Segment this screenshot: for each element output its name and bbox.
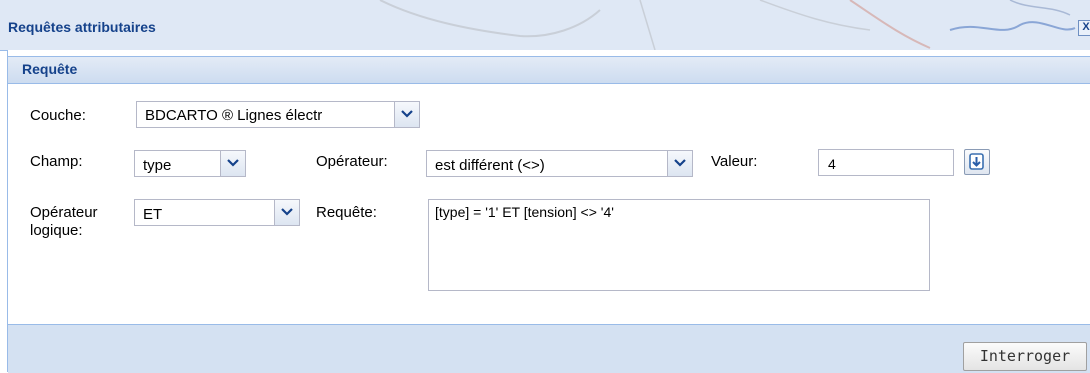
couche-value: BDCARTO ® Lignes électr [145,107,323,124]
valeur-value: 4 [828,156,836,172]
operateur-logique-dropdown-trigger[interactable] [274,200,299,225]
operateur-logique-label-line2: logique: [30,222,83,239]
valeur-input[interactable]: 4 [818,149,954,176]
operateur-value: est différent (<>) [435,157,545,174]
window-title: Requêtes attributaires [8,19,156,35]
requete-value: [type] = '1' ET [tension] <> '4' [435,204,614,220]
panel-footer: Interroger [8,324,1090,373]
map-background [379,0,1076,50]
add-down-arrow-icon [969,153,984,170]
operateur-logique-value: ET [143,206,163,223]
couche-label: Couche: [30,107,86,124]
close-button[interactable]: X [1078,20,1090,36]
champ-dropdown-trigger[interactable] [220,151,245,176]
operateur-logique-label-line1: Opérateur [30,204,98,221]
couche-select[interactable]: BDCARTO ® Lignes électr [136,101,420,128]
valeur-label: Valeur: [711,153,758,170]
chevron-down-icon [674,159,686,167]
operateur-logique-select[interactable]: ET [134,199,300,226]
panel-header: Requête [8,56,1090,84]
interroger-button[interactable]: Interroger [963,342,1087,371]
champ-value: type [143,157,172,174]
close-icon: X [1082,21,1090,33]
operateur-dropdown-trigger[interactable] [667,151,692,176]
query-panel: Requête Couche: BDCARTO ® Lignes électr … [7,50,1090,373]
panel-title: Requête [22,61,78,77]
requete-label: Requête: [316,204,377,221]
chevron-down-icon [281,208,293,216]
champ-label: Champ: [30,153,83,170]
couche-dropdown-trigger[interactable] [394,102,419,127]
champ-select[interactable]: type [134,150,246,177]
window-titlebar: Requêtes attributaires X [0,0,1090,51]
chevron-down-icon [227,159,239,167]
operateur-select[interactable]: est différent (<>) [426,150,693,177]
requete-textarea[interactable]: [type] = '1' ET [tension] <> '4' [428,199,930,291]
chevron-down-icon [401,110,413,118]
operateur-label: Opérateur: [316,153,388,170]
add-value-button[interactable] [964,149,990,175]
